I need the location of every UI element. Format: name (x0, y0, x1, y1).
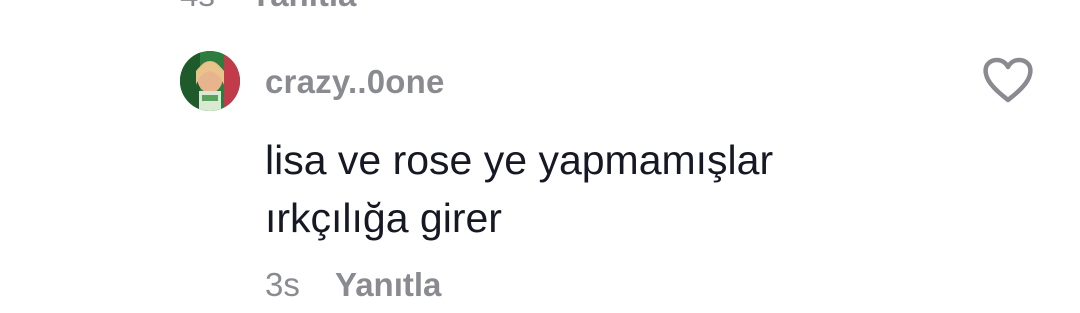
comment-meta: 3s Yanıtla (265, 262, 441, 308)
like-button[interactable] (980, 53, 1036, 109)
reply-button[interactable]: Yanıtla (335, 266, 441, 304)
avatar[interactable] (180, 51, 240, 111)
avatar-photo-icon (180, 51, 240, 111)
comment-item: crazy..0one lisa ve rose ye yapmamışlar … (0, 0, 1080, 313)
comment-username[interactable]: crazy..0one (265, 60, 445, 104)
comment-text-line: lisa ve rose ye yapmamışlar (265, 137, 774, 183)
heart-outline-icon (983, 57, 1033, 103)
comment-text: lisa ve rose ye yapmamışlar ırkçılığa gi… (265, 131, 945, 247)
comment-text-line: ırkçılığa girer (265, 195, 502, 241)
comment-age: 3s (265, 266, 300, 303)
